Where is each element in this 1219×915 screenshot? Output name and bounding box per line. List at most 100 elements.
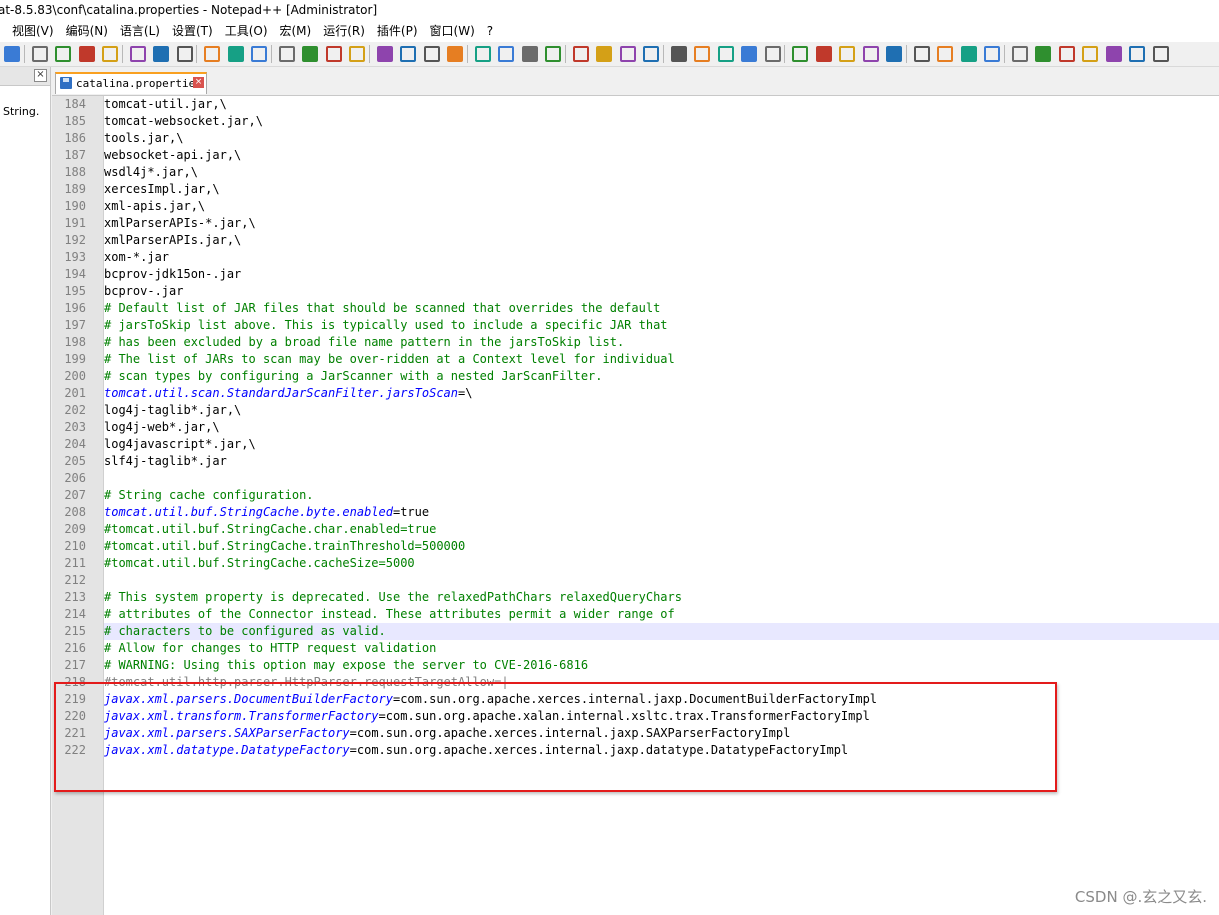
toolbar-button-icon[interactable] [764, 46, 781, 62]
menu-item[interactable]: 视图(V) [6, 21, 60, 42]
code-line[interactable]: xml-apis.jar,\ [104, 198, 205, 215]
code-line[interactable]: #tomcat.util.buf.StringCache.trainThresh… [104, 538, 465, 555]
toolbar-button-icon[interactable] [643, 46, 659, 62]
toolbar-button-icon[interactable] [913, 46, 930, 62]
code-line[interactable]: bcprov-jdk15on-.jar [104, 266, 241, 283]
code-line[interactable]: # Default list of JAR files that should … [104, 300, 660, 317]
code-line[interactable]: # String cache configuration. [104, 487, 314, 504]
code-line[interactable]: tomcat-websocket.jar,\ [104, 113, 263, 130]
toolbar-button-icon[interactable] [447, 46, 463, 62]
toolbar-button-icon[interactable] [204, 46, 220, 62]
toolbar-button-icon[interactable] [325, 46, 342, 62]
menu-item[interactable]: 运行(R) [317, 21, 371, 42]
code-line[interactable]: # scan types by configuring a JarScanner… [104, 368, 603, 385]
code-line[interactable]: # characters to be configured as valid. [104, 623, 386, 640]
toolbar-button-icon[interactable] [1082, 46, 1098, 62]
toolbar-button-icon[interactable] [937, 46, 953, 62]
code-line[interactable]: xercesImpl.jar,\ [104, 181, 220, 198]
line-number: 215 [64, 624, 86, 638]
toolbar-button-icon[interactable] [55, 46, 71, 62]
code-line[interactable]: tomcat-util.jar,\ [104, 96, 227, 113]
toolbar-button-icon[interactable] [741, 46, 757, 62]
menu-item[interactable]: 工具(O) [219, 21, 274, 42]
code-line[interactable]: bcprov-.jar [104, 283, 183, 300]
toolbar-button-icon[interactable] [862, 46, 879, 62]
menu-item[interactable]: ? [481, 21, 499, 42]
menu-item[interactable]: 编码(N) [60, 21, 114, 42]
toolbar-button-icon[interactable] [717, 46, 734, 62]
toolbar-button-icon[interactable] [1058, 46, 1075, 62]
toolbar-button-icon[interactable] [376, 46, 393, 62]
code-area[interactable]: tomcat-util.jar,\ tomcat-websocket.jar,\ t… [104, 96, 1219, 915]
menu-item[interactable]: 语言(L) [114, 21, 166, 42]
menu-item[interactable]: 设置(T) [166, 21, 219, 42]
toolbar-button-icon[interactable] [423, 46, 440, 62]
toolbar-button-icon[interactable] [1152, 46, 1169, 62]
toolbar-button-icon[interactable] [129, 46, 146, 62]
menu-item[interactable]: 插件(P) [371, 21, 424, 42]
toolbar-button-icon[interactable] [984, 46, 1000, 62]
code-line[interactable]: xom-*.jar [104, 249, 169, 266]
toolbar-button-icon[interactable] [596, 46, 612, 62]
line-number: 199 [64, 352, 86, 366]
code-line[interactable]: # jarsToSkip list above. This is typical… [104, 317, 668, 334]
menu-item[interactable]: 窗口(W) [424, 21, 481, 42]
code-line[interactable]: #tomcat.util.buf.StringCache.cacheSize=5… [104, 555, 415, 572]
code-line[interactable]: tomcat.util.buf.StringCache.byte.enabled… [104, 504, 429, 521]
code-line[interactable]: # Allow for changes to HTTP request vali… [104, 640, 436, 657]
code-line[interactable]: # attributes of the Connector instead. T… [104, 606, 675, 623]
line-number: 210 [64, 539, 86, 553]
tab-close-icon[interactable]: × [193, 77, 204, 88]
editor[interactable]: 184 185 186 187 188 189 190 191 192 193 194 195 196 1… [52, 96, 1219, 915]
toolbar-button-icon[interactable] [31, 46, 48, 62]
code-line[interactable]: xmlParserAPIs.jar,\ [104, 232, 241, 249]
toolbar-button-icon[interactable] [792, 46, 808, 62]
code-line[interactable]: log4javascript*.jar,\ [104, 436, 256, 453]
toolbar-button-icon[interactable] [886, 46, 902, 62]
toolbar-button-icon[interactable] [545, 46, 561, 62]
toolbar-button-icon[interactable] [1129, 46, 1145, 62]
toolbar-button-icon[interactable] [498, 46, 514, 62]
code-line[interactable]: websocket-api.jar,\ [104, 147, 241, 164]
toolbar-button-icon[interactable] [278, 46, 295, 62]
toolbar-button-icon[interactable] [960, 46, 977, 62]
toolbar-button-icon[interactable] [839, 46, 855, 62]
code-line[interactable]: #tomcat.util.buf.StringCache.char.enable… [104, 521, 436, 538]
toolbar-button-icon[interactable] [694, 46, 710, 62]
toolbar-button-icon[interactable] [153, 46, 169, 62]
toolbar-button-icon[interactable] [670, 46, 687, 62]
toolbar-button-icon[interactable] [302, 46, 318, 62]
toolbar-button-icon[interactable] [400, 46, 416, 62]
toolbar-button-icon[interactable] [227, 46, 244, 62]
toolbar-button-icon[interactable] [815, 46, 832, 62]
menu-item[interactable]: 宏(M) [274, 21, 318, 42]
toolbar-button-icon[interactable] [619, 46, 636, 62]
toolbar-button-icon[interactable] [474, 46, 491, 62]
toolbar-button-icon[interactable] [1035, 46, 1051, 62]
toolbar-button-icon[interactable] [176, 46, 193, 62]
comment-text: #tomcat.util.buf.StringCache.char.enable… [104, 522, 437, 536]
code-line[interactable]: # WARNING: Using this option may expose … [104, 657, 588, 674]
code-line[interactable]: tomcat.util.scan.StandardJarScanFilter.j… [104, 385, 472, 402]
code-line[interactable]: # has been excluded by a broad file name… [104, 334, 624, 351]
toolbar-button-icon[interactable] [521, 46, 538, 62]
code-line[interactable]: slf4j-taglib*.jar [104, 453, 227, 470]
toolbar-button-icon[interactable] [4, 46, 20, 62]
code-text: wsdl4j*.jar,\ [104, 165, 198, 179]
code-line[interactable]: # This system property is deprecated. Us… [104, 589, 682, 606]
toolbar-button-icon[interactable] [1011, 46, 1028, 62]
code-line[interactable]: log4j-taglib*.jar,\ [104, 402, 241, 419]
code-line[interactable]: # The list of JARs to scan may be over-r… [104, 351, 675, 368]
toolbar-button-icon[interactable] [251, 46, 267, 62]
code-line[interactable]: tools.jar,\ [104, 130, 183, 147]
toolbar-button-icon[interactable] [572, 46, 589, 62]
code-line[interactable]: xmlParserAPIs-*.jar,\ [104, 215, 256, 232]
code-line[interactable]: log4j-web*.jar,\ [104, 419, 220, 436]
side-panel-close-icon[interactable]: × [34, 69, 47, 82]
tab-catalina-properties[interactable]: catalina.properties × [55, 72, 207, 94]
code-line[interactable]: wsdl4j*.jar,\ [104, 164, 198, 181]
toolbar-button-icon[interactable] [78, 46, 95, 62]
toolbar-button-icon[interactable] [1105, 46, 1122, 62]
toolbar-button-icon[interactable] [349, 46, 365, 62]
toolbar-button-icon[interactable] [102, 46, 118, 62]
